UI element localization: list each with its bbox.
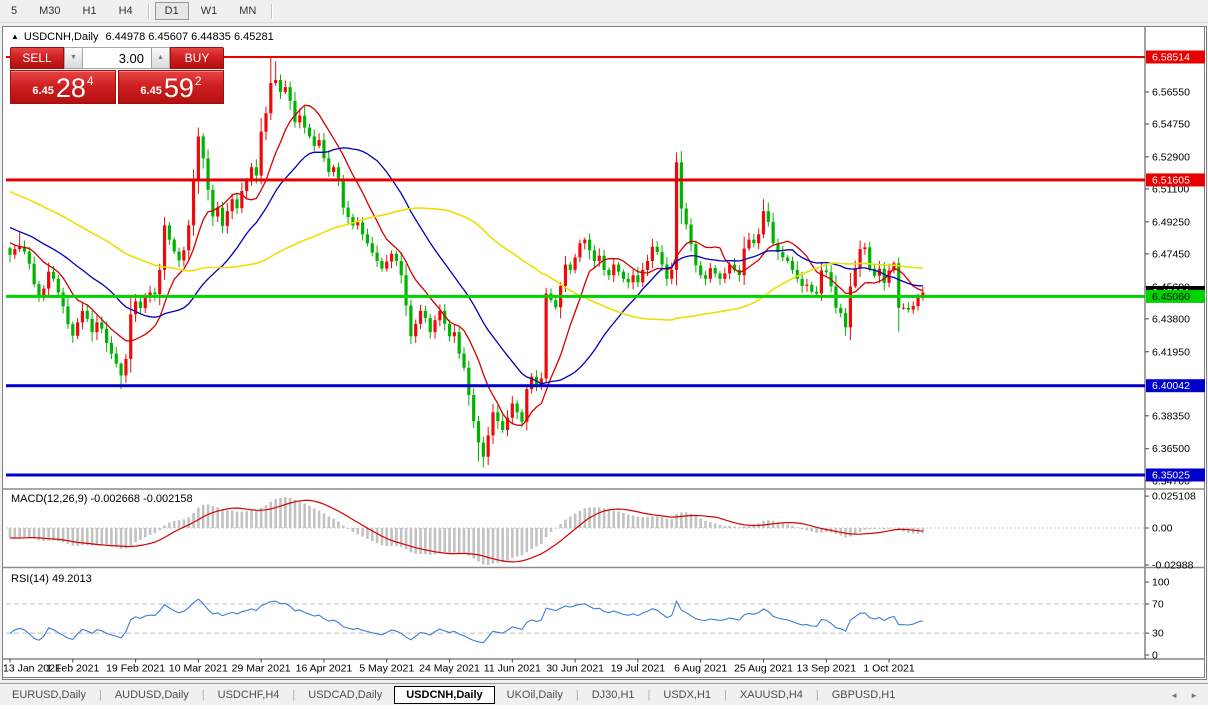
chevron-down-icon: ▼ [70,54,77,61]
timeframe-button-w1[interactable]: W1 [191,2,228,20]
svg-text:6.43800: 6.43800 [1152,313,1190,325]
sell-price-point: 4 [87,75,94,87]
tab-usdcad-daily[interactable]: USDCAD,Daily [296,686,394,704]
symbol-title: USDCNH,Daily [24,31,99,43]
volume-increase-button[interactable]: ▲ [151,47,170,69]
svg-text:6.58514: 6.58514 [1152,52,1190,64]
tab-gbpusd-h1[interactable]: GBPUSD,H1 [820,686,908,704]
volume-decrease-button[interactable]: ▼ [64,47,83,69]
svg-text:6.40042: 6.40042 [1152,380,1190,392]
chart-canvas[interactable]: 6.565506.547506.529006.511006.492506.474… [0,26,1208,678]
chart-title: ▲ USDCNH,Daily 6.44978 6.45607 6.44835 6.4… [11,31,274,43]
timeframe-button-mn[interactable]: MN [229,2,266,20]
svg-text:5 May 2021: 5 May 2021 [359,663,414,675]
timeframe-button-5[interactable]: 5 [1,2,27,20]
svg-text:10 Mar 2021: 10 Mar 2021 [169,663,228,675]
sell-price-pips: 28 [56,74,86,102]
svg-text:19 Jul 2021: 19 Jul 2021 [611,663,665,675]
chevron-up-icon: ▲ [157,54,164,61]
svg-text:24 May 2021: 24 May 2021 [419,663,480,675]
svg-text:70: 70 [1152,598,1164,610]
tab-xauusd-h4[interactable]: XAUUSD,H4 [728,686,815,704]
timeframe-button-h1[interactable]: H1 [73,2,107,20]
rsi-label: RSI(14) 49.2013 [11,573,92,585]
svg-text:6.41950: 6.41950 [1152,346,1190,358]
svg-text:1 Oct 2021: 1 Oct 2021 [863,663,915,675]
macd-label: MACD(12,26,9) -0.002668 -0.002158 [11,493,193,505]
svg-text:29 Mar 2021: 29 Mar 2021 [232,663,291,675]
collapse-arrow-icon[interactable]: ▲ [11,32,19,41]
svg-text:6.36500: 6.36500 [1152,443,1190,455]
svg-text:30 Jun 2021: 30 Jun 2021 [546,663,604,675]
svg-text:19 Feb 2021: 19 Feb 2021 [106,663,165,675]
svg-text:0.00: 0.00 [1152,523,1173,535]
timeframe-toolbar: 5M30H1H4 D1W1MN [0,0,1208,23]
sell-price-base: 6.45 [32,86,53,97]
svg-text:6.45060: 6.45060 [1152,291,1190,303]
tab-dj30-h1[interactable]: DJ30,H1 [580,686,647,704]
svg-text:6.51605: 6.51605 [1152,174,1190,186]
svg-text:100: 100 [1152,577,1170,589]
tab-scroll-right-icon[interactable]: ► [1190,691,1198,700]
svg-text:30: 30 [1152,628,1164,640]
tab-usdcnh-daily[interactable]: USDCNH,Daily [394,686,494,704]
symbol-tab-bar: EURUSD,Daily|AUDUSD,Daily|USDCHF,H4|USDC… [0,683,1208,706]
tab-eurusd-daily[interactable]: EURUSD,Daily [0,686,98,704]
svg-text:6.38350: 6.38350 [1152,410,1190,422]
ohlc-values: 6.44978 6.45607 6.44835 6.45281 [105,31,273,43]
svg-text:25 Aug 2021: 25 Aug 2021 [734,663,793,675]
tab-ukoil-daily[interactable]: UKOil,Daily [495,686,575,704]
svg-text:6.47450: 6.47450 [1152,248,1190,260]
volume-input[interactable] [83,47,151,69]
svg-text:-0.02988: -0.02988 [1152,560,1194,572]
tab-scroll-left-icon[interactable]: ◄ [1170,691,1178,700]
svg-text:0.025108: 0.025108 [1152,491,1196,503]
chart-frame [3,27,1205,678]
svg-text:11 Jun 2021: 11 Jun 2021 [484,663,541,675]
svg-text:0: 0 [1152,650,1158,662]
tab-usdchf-h4[interactable]: USDCHF,H4 [206,686,292,704]
statusbar-strip [0,705,1208,709]
tab-audusd-daily[interactable]: AUDUSD,Daily [103,686,201,704]
svg-text:13 Sep 2021: 13 Sep 2021 [796,663,856,675]
buy-price-pips: 59 [164,74,194,102]
svg-text:1 Feb 2021: 1 Feb 2021 [46,663,99,675]
timeframe-button-h4[interactable]: H4 [109,2,143,20]
one-click-trade-panel: SELL ▼ ▲ BUY 6.45 28 4 6.45 59 2 [10,47,224,104]
svg-text:6.54750: 6.54750 [1152,118,1190,130]
timeframe-button-d1[interactable]: D1 [155,2,189,20]
svg-text:6.56550: 6.56550 [1152,86,1190,98]
buy-price-display[interactable]: 6.45 59 2 [118,70,224,104]
sell-button[interactable]: SELL [10,47,64,69]
svg-text:6 Aug 2021: 6 Aug 2021 [674,663,727,675]
sell-price-display[interactable]: 6.45 28 4 [10,70,116,104]
timeframe-button-m30[interactable]: M30 [29,2,70,20]
svg-text:6.35025: 6.35025 [1152,469,1190,481]
buy-price-base: 6.45 [140,86,161,97]
buy-price-point: 2 [195,75,202,87]
svg-text:6.49250: 6.49250 [1152,216,1190,228]
svg-text:6.52900: 6.52900 [1152,151,1190,163]
svg-text:16 Apr 2021: 16 Apr 2021 [296,663,353,675]
buy-button[interactable]: BUY [170,47,224,69]
tab-usdx-h1[interactable]: USDX,H1 [651,686,723,704]
toolbar-separator [148,4,150,19]
toolbar-separator [271,4,273,19]
